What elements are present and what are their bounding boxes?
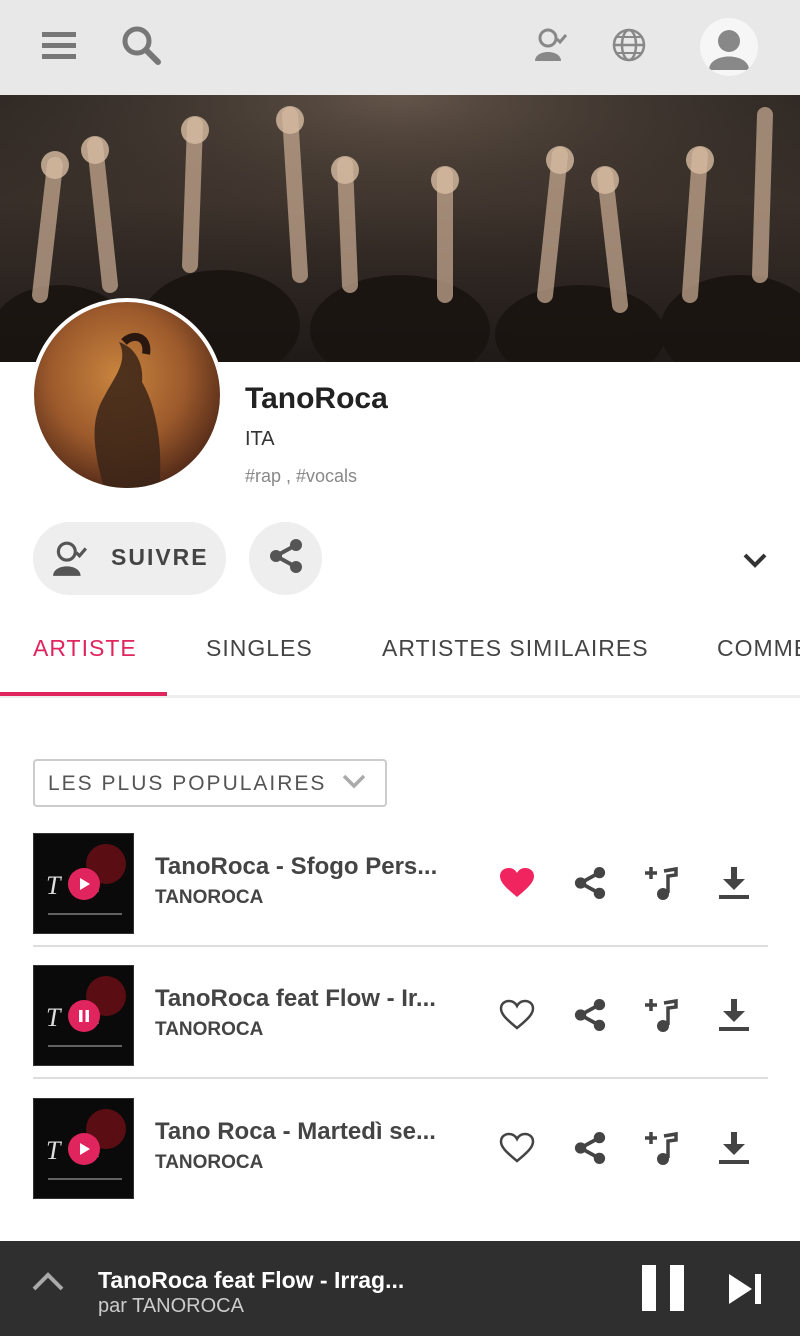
- share-icon[interactable]: [568, 1126, 612, 1170]
- share-icon[interactable]: [568, 861, 612, 905]
- chevron-down-icon: [341, 771, 367, 796]
- track-row[interactable]: TR TanoRoca - Sfogo Pers... TANOROCA: [33, 833, 768, 947]
- now-playing-bar[interactable]: TanoRoca feat Flow - Irrag... par TANORO…: [0, 1241, 800, 1336]
- track-title[interactable]: TanoRoca feat Flow - Ir...: [155, 985, 436, 1013]
- svg-text:T: T: [46, 1136, 62, 1165]
- add-to-playlist-icon[interactable]: [640, 861, 684, 905]
- artist-avatar: [30, 298, 224, 492]
- sort-dropdown[interactable]: LES PLUS POPULAIRES: [33, 759, 387, 807]
- track-artist[interactable]: TANOROCA: [155, 1152, 263, 1174]
- download-icon[interactable]: [712, 861, 756, 905]
- share-icon[interactable]: [568, 993, 612, 1037]
- share-icon: [268, 538, 304, 579]
- add-to-playlist-icon[interactable]: [640, 993, 684, 1037]
- artist-tags[interactable]: #rap , #vocals: [245, 466, 357, 487]
- add-to-playlist-icon[interactable]: [640, 1126, 684, 1170]
- now-playing-artist: par TANOROCA: [98, 1295, 244, 1317]
- row-divider: [33, 1077, 768, 1079]
- download-icon[interactable]: [712, 993, 756, 1037]
- chevron-down-icon[interactable]: [735, 540, 775, 580]
- pause-icon[interactable]: [640, 1263, 686, 1318]
- track-artist[interactable]: TANOROCA: [155, 1019, 263, 1041]
- row-divider: [33, 945, 768, 947]
- user-follow-icon[interactable]: [528, 22, 574, 68]
- track-title[interactable]: Tano Roca - Martedì se...: [155, 1118, 436, 1146]
- track-row[interactable]: TR TanoRoca feat Flow - Ir... TANOROCA: [33, 965, 768, 1079]
- tab-artiste[interactable]: ARTISTE: [33, 635, 137, 662]
- chevron-up-icon[interactable]: [30, 1269, 66, 1298]
- globe-icon[interactable]: [606, 22, 652, 68]
- sort-label: LES PLUS POPULAIRES: [48, 772, 327, 795]
- track-artist[interactable]: TANOROCA: [155, 887, 263, 909]
- track-cover: TR: [33, 833, 134, 934]
- tab-comments[interactable]: COMMENTAIRES: [717, 635, 800, 662]
- artist-name: TanoRoca: [245, 382, 388, 415]
- search-icon[interactable]: [118, 22, 164, 68]
- tab-similar-artists[interactable]: ARTISTES SIMILAIRES: [382, 635, 649, 662]
- svg-text:T: T: [46, 1003, 62, 1032]
- track-row[interactable]: TR Tano Roca - Martedì se... TANOROCA: [33, 1098, 768, 1208]
- pause-icon[interactable]: [68, 1000, 100, 1032]
- share-button[interactable]: [249, 522, 322, 595]
- svg-text:T: T: [46, 871, 62, 900]
- track-cover: TR: [33, 1098, 134, 1199]
- avatar-icon[interactable]: [700, 18, 758, 76]
- skip-next-icon[interactable]: [726, 1271, 766, 1312]
- active-tab-indicator: [0, 692, 167, 696]
- now-playing-title: TanoRoca feat Flow - Irrag...: [98, 1267, 405, 1293]
- track-cover: TR: [33, 965, 134, 1066]
- follow-button[interactable]: SUIVRE: [33, 522, 226, 595]
- play-icon[interactable]: [68, 1133, 100, 1165]
- top-bar: [0, 0, 800, 95]
- download-icon[interactable]: [712, 1126, 756, 1170]
- play-icon[interactable]: [68, 868, 100, 900]
- artist-country: ITA: [245, 428, 275, 450]
- heart-filled-icon[interactable]: [495, 861, 539, 905]
- tab-bar: ARTISTE SINGLES ARTISTES SIMILAIRES COMM…: [0, 610, 800, 698]
- hamburger-icon[interactable]: [36, 22, 82, 68]
- follow-label: SUIVRE: [111, 544, 209, 570]
- user-follow-icon: [51, 540, 89, 583]
- heart-outline-icon[interactable]: [495, 993, 539, 1037]
- tab-singles[interactable]: SINGLES: [206, 635, 313, 662]
- track-title[interactable]: TanoRoca - Sfogo Pers...: [155, 853, 437, 881]
- heart-outline-icon[interactable]: [495, 1126, 539, 1170]
